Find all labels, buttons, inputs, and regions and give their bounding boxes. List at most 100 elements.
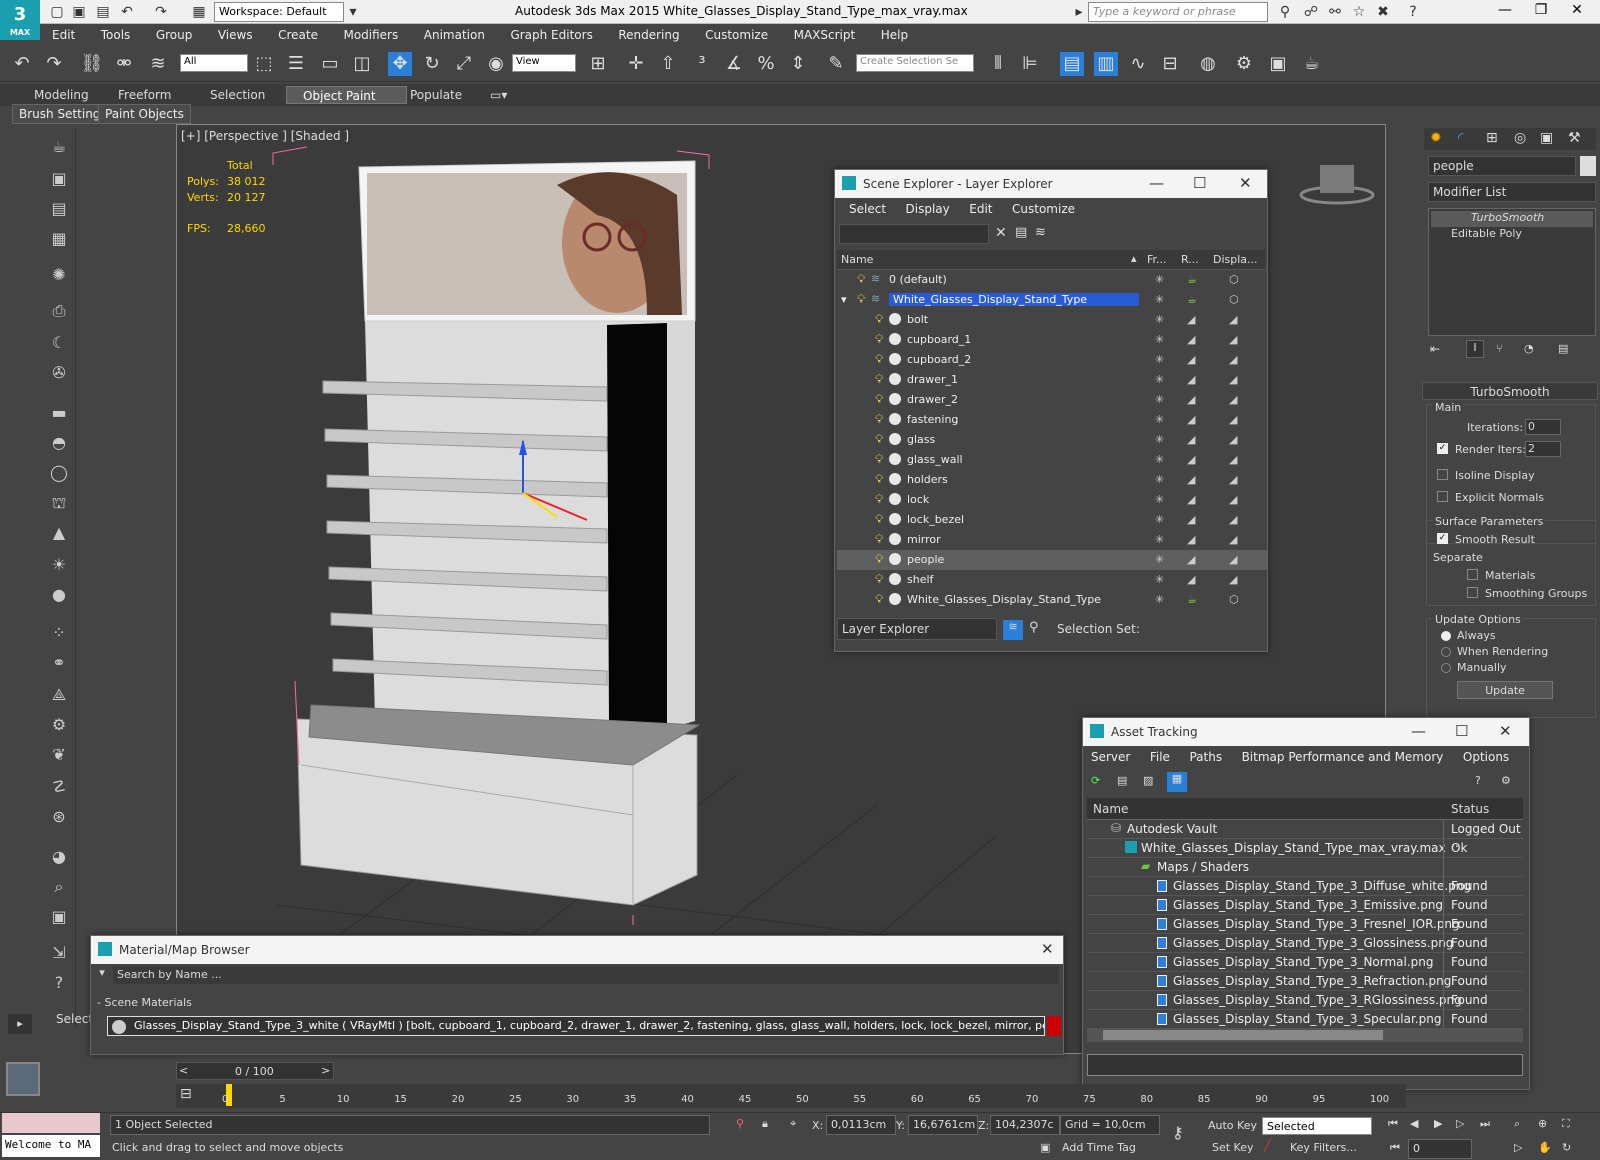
visibility-bulb-icon[interactable]: 💡︎ [875,492,883,507]
remove-modifier-icon[interactable]: ◔ [1524,342,1534,355]
paint-objects-button[interactable]: Paint Objects [98,104,191,124]
render-iters-spinner[interactable]: 2 [1525,441,1561,457]
minimize-icon[interactable]: — [1490,2,1520,22]
asset-row[interactable]: Glasses_Display_Stand_Type_3_Glossiness.… [1087,934,1523,953]
asset-row[interactable]: Glasses_Display_Stand_Type_3_Specular.pn… [1087,1010,1523,1029]
previous-frame-icon[interactable]: ◀ [1410,1117,1418,1130]
expand-strip-icon[interactable]: ▸ [8,1014,32,1034]
motion-tab-icon[interactable]: ◎ [1514,130,1526,146]
display-icon[interactable]: ◢ [1229,473,1237,486]
key-icon[interactable]: ⚷ [1172,1123,1184,1142]
select-object-icon[interactable]: ⬚ [252,52,276,76]
connect-icon[interactable]: ⚯ [1326,3,1344,21]
materials-checkbox[interactable] [1467,569,1478,580]
selection-lock-icon[interactable]: 🔒︎ [762,1117,768,1131]
asset-row[interactable]: Glasses_Display_Stand_Type_3_RGlossiness… [1087,991,1523,1010]
redo-icon[interactable]: ↷ [42,52,66,76]
create-tab-icon[interactable]: ✹ [1430,130,1442,146]
explorer-type-dropdown[interactable]: Layer Explorer [837,618,997,640]
layer-row[interactable]: 💡︎ cupboard_2 ✳ ◢ ◢ [837,350,1267,370]
layer-row[interactable]: 💡︎ drawer_1 ✳ ◢ ◢ [837,370,1267,390]
field-of-view-icon[interactable]: ▷ [1514,1141,1522,1154]
box-primitive-icon[interactable]: ▬ [48,402,70,424]
schematic-view-icon[interactable]: ⊟ [1158,52,1182,76]
render-icon[interactable]: ◢ [1187,433,1195,446]
tab-selection[interactable]: Selection [210,86,265,104]
molecule-icon[interactable]: ⚭ [48,652,70,674]
document-icon[interactable]: ▤ [48,198,70,220]
absolute-mode-icon[interactable]: ⌖ [790,1117,796,1131]
key-filters-button[interactable]: Key Filters... [1290,1141,1357,1154]
edit-named-selection-icon[interactable]: ✎ [824,52,848,76]
visibility-bulb-icon[interactable]: 💡︎ [875,352,883,367]
zoom-icon[interactable]: ⌕ [1514,1117,1520,1131]
menu-customize[interactable]: Customize [693,24,778,42]
smoothing-groups-checkbox[interactable] [1467,587,1478,598]
display-icon[interactable]: ◢ [1229,553,1237,566]
select-and-scale-icon[interactable]: ⤢ [452,52,476,76]
horizontal-scrollbar[interactable] [1087,1028,1523,1042]
render-icon[interactable]: ☕ [1187,593,1197,606]
visibility-bulb-icon[interactable]: 💡︎ [875,412,883,427]
list-view-icon[interactable]: ▤ [1117,774,1127,787]
stack-item-editable-poly[interactable]: Editable Poly [1431,227,1593,243]
layer-row[interactable]: 💡︎ shelf ✳ ◢ ◢ [837,570,1267,590]
tab-modeling[interactable]: Modeling [34,86,89,104]
exchange-icon[interactable]: ✖ [1374,3,1392,21]
hair-fur-icon[interactable]: ☡ [48,776,70,798]
add-time-tag[interactable]: Add Time Tag [1062,1141,1136,1154]
asset-row[interactable]: ⛁ Autodesk Vault Logged Out .. [1087,820,1523,850]
freeze-icon[interactable]: ✳ [1155,493,1164,506]
render-sphere-icon[interactable]: ◕ [48,846,70,868]
hemisphere-icon[interactable]: ◓ [48,432,70,454]
redo-icon[interactable]: ↷ [152,3,170,21]
object-name-field[interactable]: people [1428,156,1576,176]
modifier-list-dropdown[interactable]: Modifier List [1428,182,1596,202]
selection-filter-dropdown[interactable]: All [180,54,248,72]
workspace-dropdown-arrow-icon[interactable]: ▾ [344,3,362,21]
make-unique-icon[interactable]: ⑂ [1496,342,1503,355]
gear-icon[interactable]: ⚙ [48,714,70,736]
select-and-move-icon[interactable]: ✥ [388,52,412,76]
viewcube[interactable] [1320,165,1354,193]
pin-stack-icon[interactable]: ⇤ [1430,342,1440,356]
reference-coordinate-dropdown[interactable]: View [512,54,576,72]
link-icon[interactable]: ⛓ [80,52,104,76]
time-slider[interactable]: < 0 / 100 > [176,1062,334,1080]
render-icon[interactable]: ◢ [1187,453,1195,466]
help-icon[interactable]: ? [1475,774,1481,787]
display-icon[interactable]: ◢ [1229,313,1237,326]
info-center-toggle-icon[interactable]: ▸ [1070,3,1088,21]
object-color-swatch[interactable] [1580,156,1596,176]
visibility-bulb-icon[interactable]: 💡︎ [875,452,883,467]
cone-icon[interactable]: ▲ [48,522,70,544]
play-icon[interactable]: ▶ [1434,1117,1442,1130]
table-view-icon[interactable]: ▦ [1167,772,1187,792]
save-icon[interactable]: ▤ [94,3,112,21]
visibility-bulb-icon[interactable]: 💡︎ [875,572,883,587]
layer-filter-input[interactable] [839,224,989,244]
menu-create[interactable]: Create [266,24,328,42]
render-setup-icon[interactable]: ⚙ [1232,52,1256,76]
menu-edit[interactable]: Edit [961,198,1000,220]
render-icon[interactable]: ◢ [1187,533,1195,546]
menu-bitmap-performance[interactable]: Bitmap Performance and Memory [1234,746,1452,768]
freeze-icon[interactable]: ✳ [1155,333,1164,346]
light-bulb-icon[interactable]: ✺ [48,264,70,286]
update-button[interactable]: Update [1457,681,1553,699]
menu-tools[interactable]: Tools [89,24,141,42]
mini-listener-thumbnail[interactable] [6,1062,40,1096]
communication-icon[interactable]: ☍ [1302,3,1320,21]
render-icon[interactable]: ◢ [1187,493,1195,506]
object-hierarchy-icon[interactable]: ⚲ [1029,620,1039,635]
render-icon[interactable]: ☕ [1187,293,1197,306]
percent-snap-icon[interactable]: % [754,52,778,76]
render-icon[interactable]: ◢ [1187,313,1195,326]
menu-edit[interactable]: Edit [40,24,85,42]
asset-row[interactable]: White_Glasses_Display_Stand_Type_max_vra… [1087,839,1523,858]
freeze-icon[interactable]: ✳ [1155,593,1164,606]
visibility-bulb-icon[interactable]: 💡︎ [875,332,883,347]
scene-materials-header[interactable]: - Scene Materials [97,996,192,1009]
orbit-icon[interactable]: ↻ [1562,1141,1571,1154]
layer-row[interactable]: 💡︎ people ✳ ◢ ◢ [837,550,1267,570]
